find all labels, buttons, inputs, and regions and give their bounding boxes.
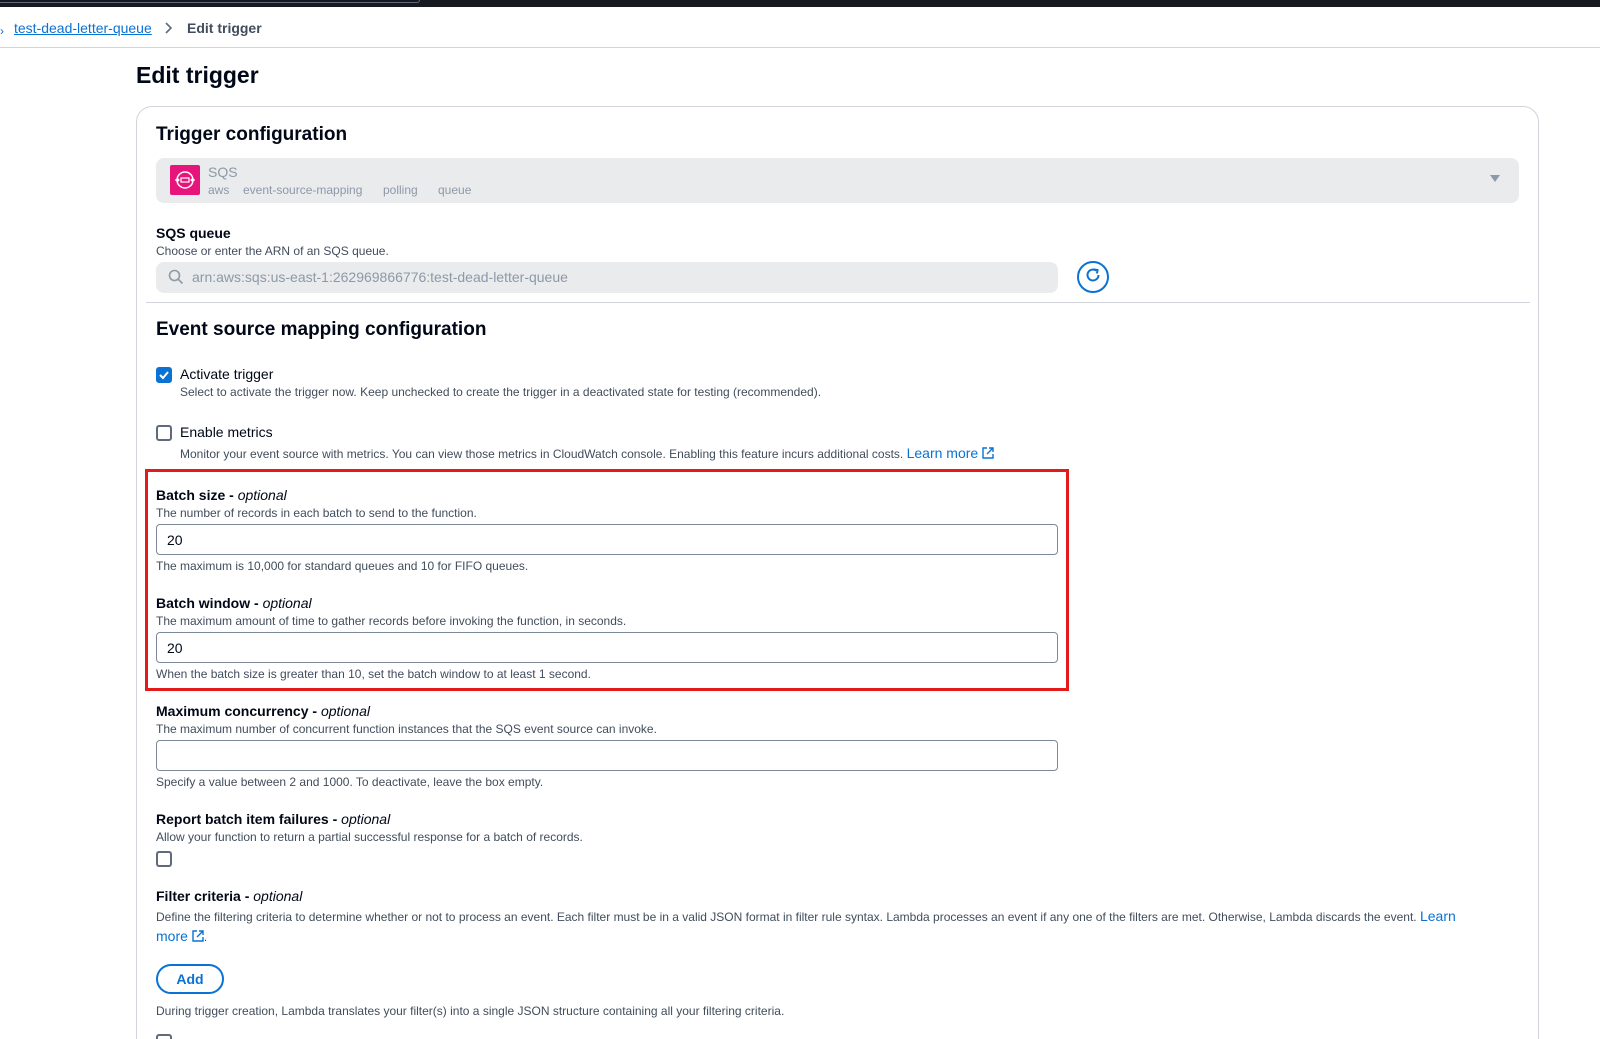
batch-size-hint: The maximum is 10,000 for standard queue… (156, 559, 529, 573)
metrics-learn-more-link[interactable]: Learn more (907, 445, 979, 461)
trigger-config-title: Trigger configuration (156, 124, 348, 145)
max-concurrency-label-text: Maximum concurrency - (156, 703, 318, 719)
batch-window-input[interactable]: 20 (156, 632, 1058, 663)
enable-metrics-description: Monitor your event source with metrics. … (180, 445, 994, 461)
trigger-source-name: SQS (208, 164, 238, 180)
sqs-queue-description: Choose or enter the ARN of an SQS queue. (156, 244, 389, 258)
batch-window-label-text: Batch window - (156, 595, 259, 611)
filter-criteria-label: Filter criteria - optional (156, 888, 302, 904)
refresh-icon (1084, 266, 1102, 289)
breadcrumb-link-queue[interactable]: test-dead-letter-queue (14, 20, 152, 36)
filter-learn-more-link-cont[interactable]: more (156, 928, 188, 944)
batch-size-value: 20 (167, 532, 183, 548)
page-title: Edit trigger (136, 62, 259, 88)
sqs-queue-input[interactable]: arn:aws:sqs:us-east-1:262969866776:test-… (156, 262, 1058, 293)
filter-criteria-optional: optional (253, 888, 303, 904)
report-failures-label-text: Report batch item failures - (156, 811, 338, 827)
filter-criteria-label-text: Filter criteria - (156, 888, 250, 904)
batch-size-description: The number of records in each batch to s… (156, 506, 477, 520)
batch-window-description: The maximum amount of time to gather rec… (156, 614, 627, 628)
batch-window-value: 20 (167, 640, 183, 656)
external-link-icon (188, 930, 204, 944)
max-concurrency-input[interactable] (156, 740, 1058, 771)
sqs-icon (170, 165, 200, 195)
breadcrumb-caret: › (0, 24, 4, 38)
browser-tab-edge (0, 0, 420, 3)
browser-top-bar (0, 0, 1600, 7)
enable-metrics-label: Enable metrics (180, 424, 273, 440)
max-concurrency-label: Maximum concurrency - optional (156, 703, 370, 719)
activate-trigger-label: Activate trigger (180, 366, 274, 382)
trigger-source-select[interactable]: SQS aws event-source-mapping polling que… (156, 158, 1519, 203)
sqs-queue-value: arn:aws:sqs:us-east-1:262969866776:test-… (192, 269, 568, 285)
filter-link-suffix: . (203, 930, 208, 944)
report-failures-description: Allow your function to return a partial … (156, 830, 583, 844)
check-icon (159, 371, 169, 380)
breadcrumb: › test-dead-letter-queue Edit trigger (0, 7, 1600, 48)
report-failures-label: Report batch item failures - optional (156, 811, 390, 827)
batch-window-label: Batch window - optional (156, 595, 312, 611)
section-divider (146, 302, 1530, 303)
filter-footer-text: During trigger creation, Lambda translat… (156, 1004, 785, 1018)
filter-criteria-text: Define the filtering criteria to determi… (156, 910, 1417, 924)
batch-size-label-text: Batch size - (156, 487, 234, 503)
refresh-button[interactable] (1077, 261, 1109, 293)
max-concurrency-description: The maximum number of concurrent functio… (156, 722, 657, 736)
sqs-queue-label: SQS queue (156, 225, 231, 241)
trigger-source-tag: polling (383, 183, 418, 197)
activate-trigger-checkbox[interactable] (156, 367, 172, 383)
trigger-source-tag: aws (208, 183, 230, 197)
batch-window-hint: When the batch size is greater than 10, … (156, 667, 591, 681)
breadcrumb-current: Edit trigger (187, 20, 262, 36)
batch-size-label: Batch size - optional (156, 487, 287, 503)
report-failures-optional: optional (341, 811, 391, 827)
chevron-right-icon (164, 18, 174, 43)
caret-down-icon (1489, 172, 1501, 187)
report-failures-checkbox[interactable] (156, 851, 172, 867)
esm-config-title: Event source mapping configuration (156, 319, 487, 340)
trigger-source-tag: event-source-mapping (243, 183, 363, 197)
search-icon (168, 269, 184, 285)
trigger-source-tag: queue (438, 183, 472, 197)
max-concurrency-hint: Specify a value between 2 and 1000. To d… (156, 775, 544, 789)
enable-metrics-text: Monitor your event source with metrics. … (180, 447, 904, 461)
enable-metrics-checkbox[interactable] (156, 425, 172, 441)
filter-learn-more-link[interactable]: Learn (1420, 908, 1456, 924)
activate-trigger-description: Select to activate the trigger now. Keep… (180, 385, 822, 399)
batch-size-optional: optional (237, 487, 287, 503)
filter-criteria-description: Define the filtering criteria to determi… (156, 907, 1476, 947)
partial-checkbox[interactable] (156, 1034, 172, 1039)
batch-size-input[interactable]: 20 (156, 524, 1058, 555)
batch-window-optional: optional (262, 595, 312, 611)
add-filter-button[interactable]: Add (156, 964, 224, 994)
external-link-icon (978, 447, 994, 461)
max-concurrency-optional: optional (320, 703, 370, 719)
